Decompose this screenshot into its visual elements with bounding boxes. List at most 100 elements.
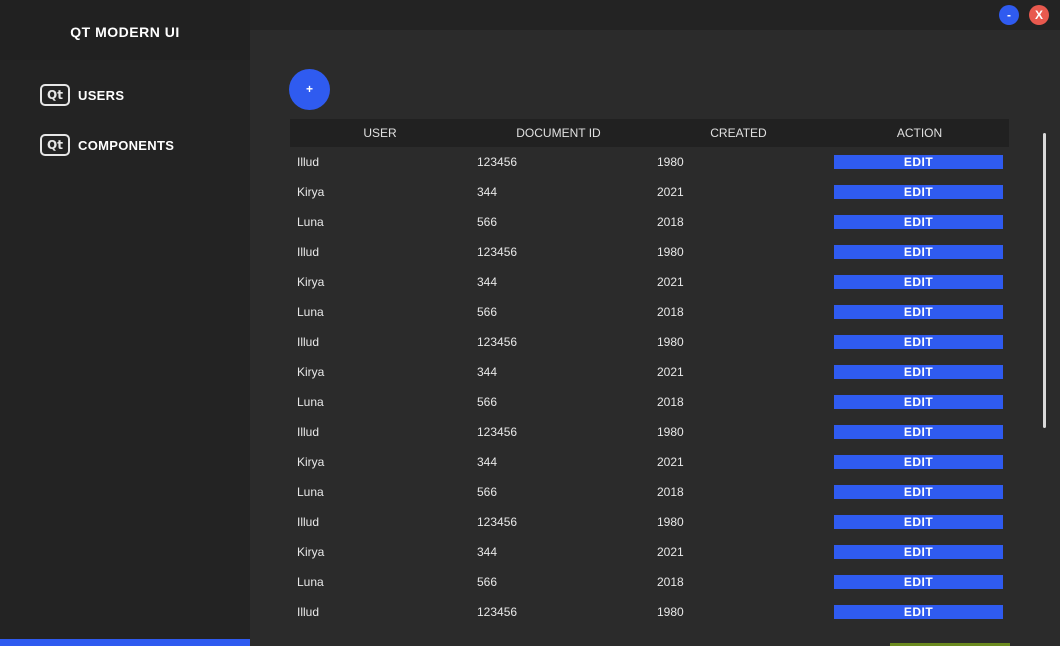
table-row: Illud 123456 1980 EDIT xyxy=(290,507,1009,537)
cell-created: 2021 xyxy=(657,185,684,199)
cell-created: 2018 xyxy=(657,575,684,589)
cell-created: 1980 xyxy=(657,605,684,619)
table-row: Luna 566 2018 EDIT xyxy=(290,477,1009,507)
table-row: Luna 566 2018 EDIT xyxy=(290,567,1009,597)
cell-created: 2021 xyxy=(657,365,684,379)
edit-button[interactable]: EDIT xyxy=(834,155,1003,169)
table-scrollbar[interactable] xyxy=(1043,133,1046,428)
table-row: Kirya 344 2021 EDIT xyxy=(290,537,1009,567)
sidebar-item-users[interactable]: Qt USERS xyxy=(40,84,124,106)
cell-document-id: 123456 xyxy=(477,335,518,349)
sidebar-accent-bar xyxy=(0,639,250,646)
edit-button[interactable]: EDIT xyxy=(834,455,1003,469)
cell-document-id: 566 xyxy=(477,305,498,319)
edit-button[interactable]: EDIT xyxy=(834,335,1003,349)
edit-button[interactable]: EDIT xyxy=(834,515,1003,529)
cell-created: 1980 xyxy=(657,425,684,439)
cell-document-id: 344 xyxy=(477,545,498,559)
cell-user: Luna xyxy=(297,215,324,229)
table-row: Illud 123456 1980 EDIT xyxy=(290,237,1009,267)
cell-document-id: 344 xyxy=(477,455,498,469)
edit-button[interactable]: EDIT xyxy=(834,305,1003,319)
table-row: Illud 123456 1980 EDIT xyxy=(290,147,1009,177)
close-button[interactable]: X xyxy=(1029,5,1049,25)
cell-created: 2021 xyxy=(657,545,684,559)
cell-document-id: 566 xyxy=(477,485,498,499)
table-row: Kirya 344 2021 EDIT xyxy=(290,267,1009,297)
edit-button[interactable]: EDIT xyxy=(834,605,1003,619)
cell-user: Illud xyxy=(297,425,320,439)
cell-document-id: 344 xyxy=(477,365,498,379)
cell-document-id: 123456 xyxy=(477,155,518,169)
column-header-document-id[interactable]: DOCUMENT ID xyxy=(470,119,647,147)
edit-button[interactable]: EDIT xyxy=(834,245,1003,259)
cell-user: Illud xyxy=(297,245,320,259)
edit-button[interactable]: EDIT xyxy=(834,545,1003,559)
qt-logo-icon: Qt xyxy=(40,84,70,106)
qt-logo-icon: Qt xyxy=(40,134,70,156)
cell-created: 1980 xyxy=(657,245,684,259)
edit-button[interactable]: EDIT xyxy=(834,275,1003,289)
add-user-button[interactable]: + xyxy=(289,69,330,110)
sidebar: QT MODERN UI Qt USERS Qt COMPONENTS xyxy=(0,0,250,646)
edit-button[interactable]: EDIT xyxy=(834,395,1003,409)
cell-document-id: 123456 xyxy=(477,425,518,439)
cell-created: 1980 xyxy=(657,335,684,349)
edit-button[interactable]: EDIT xyxy=(834,365,1003,379)
edit-button[interactable]: EDIT xyxy=(834,215,1003,229)
table-row: Kirya 344 2021 EDIT xyxy=(290,177,1009,207)
cell-created: 2021 xyxy=(657,275,684,289)
cell-user: Illud xyxy=(297,515,320,529)
cell-document-id: 123456 xyxy=(477,245,518,259)
table-row: Illud 123456 1980 EDIT xyxy=(290,327,1009,357)
table-row: Illud 123456 1980 EDIT xyxy=(290,597,1009,627)
users-table: USER DOCUMENT ID CREATED ACTION Illud 123… xyxy=(290,119,1009,627)
cell-document-id: 344 xyxy=(477,275,498,289)
column-header-user[interactable]: USER xyxy=(290,119,470,147)
cell-document-id: 123456 xyxy=(477,515,518,529)
cell-created: 2018 xyxy=(657,485,684,499)
cell-created: 1980 xyxy=(657,155,684,169)
cell-user: Illud xyxy=(297,155,320,169)
column-header-created[interactable]: CREATED xyxy=(647,119,830,147)
cell-user: Kirya xyxy=(297,185,325,199)
edit-button[interactable]: EDIT xyxy=(834,185,1003,199)
column-header-action[interactable]: ACTION xyxy=(830,119,1009,147)
cell-user: Luna xyxy=(297,575,324,589)
sidebar-item-label: USERS xyxy=(78,87,125,103)
cell-user: Kirya xyxy=(297,545,325,559)
table-row: Luna 566 2018 EDIT xyxy=(290,297,1009,327)
cell-created: 2018 xyxy=(657,215,684,229)
table-header: USER DOCUMENT ID CREATED ACTION xyxy=(290,119,1009,147)
cell-document-id: 123456 xyxy=(477,605,518,619)
cell-user: Kirya xyxy=(297,275,325,289)
edit-button[interactable]: EDIT xyxy=(834,575,1003,589)
cell-created: 1980 xyxy=(657,515,684,529)
cell-document-id: 566 xyxy=(477,215,498,229)
edit-button[interactable]: EDIT xyxy=(834,485,1003,499)
cell-created: 2018 xyxy=(657,395,684,409)
cell-user: Luna xyxy=(297,305,324,319)
cell-user: Kirya xyxy=(297,455,325,469)
table-row: Luna 566 2018 EDIT xyxy=(290,207,1009,237)
table-row: Kirya 344 2021 EDIT xyxy=(290,357,1009,387)
table-body: Illud 123456 1980 EDIT Kirya 344 2021 EDIT Luna 5… xyxy=(290,147,1009,627)
cell-document-id: 344 xyxy=(477,185,498,199)
app-title: QT MODERN UI xyxy=(0,0,250,60)
cell-user: Illud xyxy=(297,335,320,349)
cell-user: Luna xyxy=(297,485,324,499)
minimize-button[interactable]: - xyxy=(999,5,1019,25)
cell-user: Illud xyxy=(297,605,320,619)
sidebar-item-label: COMPONENTS xyxy=(78,137,175,153)
cell-document-id: 566 xyxy=(477,575,498,589)
sidebar-item-components[interactable]: Qt COMPONENTS xyxy=(40,134,174,156)
cell-document-id: 566 xyxy=(477,395,498,409)
table-row: Illud 123456 1980 EDIT xyxy=(290,417,1009,447)
cell-created: 2021 xyxy=(657,455,684,469)
cell-created: 2018 xyxy=(657,305,684,319)
edit-button[interactable]: EDIT xyxy=(834,425,1003,439)
cell-user: Kirya xyxy=(297,365,325,379)
table-row: Kirya 344 2021 EDIT xyxy=(290,447,1009,477)
table-row: Luna 566 2018 EDIT xyxy=(290,387,1009,417)
cell-user: Luna xyxy=(297,395,324,409)
